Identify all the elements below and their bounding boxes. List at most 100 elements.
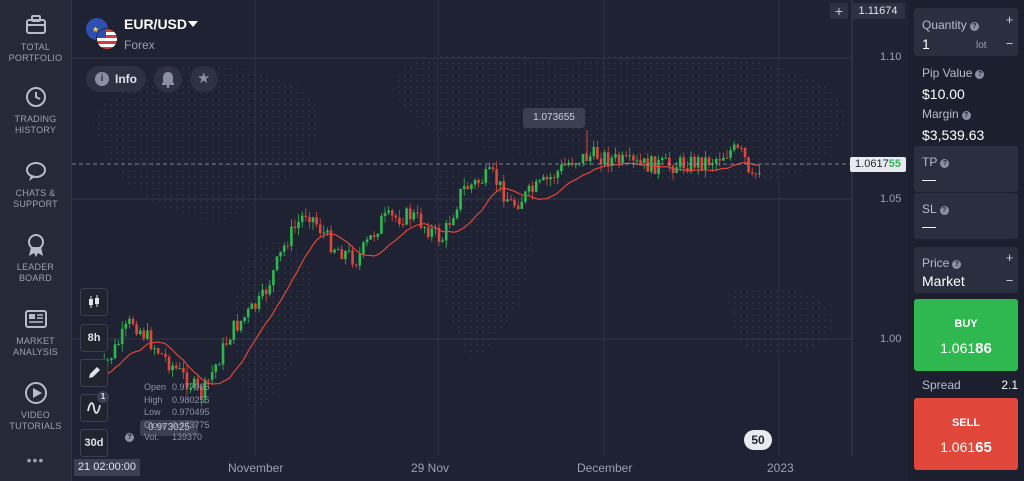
ohlc-readout: Open 0.977905 High 0.980255 Low 0.970495 Cl… (144, 381, 244, 444)
candle-body (164, 353, 167, 357)
candle-body (516, 205, 520, 209)
alert-button[interactable] (154, 66, 182, 92)
spread-label: Spread (922, 378, 961, 392)
candle-body (696, 157, 700, 168)
quantity-value[interactable]: 1 (922, 36, 930, 52)
candlestick-icon (89, 295, 99, 308)
sidebar: TOTAL PORTFOLIO TRADING HISTORY CHATS & … (0, 0, 72, 481)
candle-body (257, 295, 261, 309)
candle-body (236, 320, 239, 331)
more-menu-button[interactable]: ••• (0, 452, 71, 468)
candle-body (383, 212, 387, 216)
ohlc-open-label: Open (144, 382, 167, 392)
candle-body (250, 303, 254, 309)
candle-body (290, 226, 293, 247)
take-profit-field[interactable]: TP? — (914, 146, 1018, 192)
favorite-button[interactable]: ★ (190, 66, 218, 92)
sidebar-item-video-tutorials[interactable]: VIDEO TUTORIALS (0, 380, 71, 432)
candle-body (520, 201, 524, 209)
candle-body (754, 173, 758, 175)
buy-button[interactable]: BUY 1.06186 (914, 299, 1018, 371)
price-type-field[interactable]: Price? Market + − (914, 247, 1018, 293)
asset-selector[interactable]: ★ EUR/USD Forex (86, 16, 236, 54)
candle-body (560, 164, 563, 172)
candle-body (743, 147, 747, 158)
candle-body (293, 226, 297, 228)
quantity-plus-button[interactable]: + (1001, 12, 1018, 27)
asset-category: Forex (124, 38, 155, 52)
candle-body (322, 232, 326, 234)
chart-area[interactable]: ★ EUR/USD Forex i Info ★ + 1.11674 1.10 … (72, 0, 908, 481)
help-icon[interactable]: ? (125, 433, 134, 442)
candle-body (693, 156, 696, 168)
candle-body (225, 343, 228, 345)
candle-body (671, 166, 675, 173)
help-icon[interactable]: ? (939, 206, 949, 215)
ohlc-high-label: High (144, 394, 163, 405)
sidebar-item-leader-board[interactable]: LEADER BOARD (0, 232, 71, 284)
candle-body (732, 144, 736, 151)
sidebar-item-chats-support[interactable]: CHATS & SUPPORT (0, 158, 71, 210)
chart-type-button[interactable] (80, 288, 108, 316)
indicators-button[interactable]: 1 (80, 391, 109, 422)
candle-body (740, 147, 743, 149)
spread-row: Spread 2.1 (922, 378, 1018, 392)
sell-button[interactable]: SELL 1.06165 (914, 398, 1018, 470)
sidebar-item-total-portfolio[interactable]: TOTAL PORTFOLIO (0, 12, 71, 64)
candle-body (423, 227, 426, 229)
candle-body (452, 218, 455, 226)
candle-body (682, 157, 686, 169)
candle-body (480, 182, 484, 184)
sl-value: — (922, 218, 936, 234)
timeframe-button[interactable]: 8h (80, 324, 108, 352)
sidebar-item-label: VIDEO TUTORIALS (9, 410, 62, 431)
help-icon[interactable]: ? (952, 260, 962, 269)
price-value: Market (922, 273, 965, 289)
candle-body (351, 250, 354, 265)
candle-body (160, 353, 164, 355)
candle-body (628, 155, 632, 157)
info-button[interactable]: i Info (86, 66, 146, 92)
period-button[interactable]: 30d (80, 429, 108, 457)
ohlc-close-label: Close (144, 419, 168, 430)
sidebar-item-market-analysis[interactable]: MARKET ANALYSIS (0, 306, 71, 358)
candle-body (376, 233, 380, 237)
zoom-level-badge[interactable]: 50 (744, 430, 772, 450)
candle-body (380, 215, 383, 234)
candle-body (725, 157, 729, 159)
candle-body (552, 177, 556, 179)
ohlc-low-label: Low (144, 407, 161, 417)
margin-label: Margin (922, 107, 959, 121)
help-icon[interactable]: ? (961, 111, 971, 120)
candle-body (714, 159, 718, 164)
spread-value: 2.1 (1001, 378, 1018, 392)
price-minus-button[interactable]: − (1001, 273, 1018, 288)
candle-body (426, 227, 430, 237)
buy-price-pips: 86 (975, 340, 992, 357)
history-icon (25, 87, 46, 107)
price-level-label: 1.00 (880, 333, 902, 345)
candle-body (531, 185, 534, 192)
candle-body (498, 181, 502, 185)
candle-body (210, 372, 214, 380)
help-icon[interactable]: ? (969, 22, 979, 31)
candle-body (430, 228, 434, 237)
quantity-minus-button[interactable]: − (1001, 36, 1018, 51)
candle-body (664, 157, 668, 159)
candle-body (254, 303, 257, 309)
stop-loss-field[interactable]: SL? — (914, 193, 1018, 239)
top-price-label: 1.11674 (851, 3, 905, 19)
quantity-field[interactable]: Quantity? 1 lot + − (914, 8, 1018, 56)
play-icon (24, 382, 47, 404)
price-plus-button[interactable]: + (1001, 250, 1018, 265)
buy-price-main: 1.061 (940, 340, 976, 356)
pencil-icon (89, 367, 100, 378)
drawing-tool-button[interactable] (80, 359, 108, 387)
help-icon[interactable]: ? (975, 70, 985, 79)
zoom-in-button[interactable]: + (830, 3, 848, 19)
asset-name: EUR/USD (124, 16, 188, 32)
candle-body (419, 213, 423, 228)
price-label: Price (922, 256, 950, 270)
help-icon[interactable]: ? (940, 159, 950, 168)
sidebar-item-trading-history[interactable]: TRADING HISTORY (0, 84, 71, 136)
